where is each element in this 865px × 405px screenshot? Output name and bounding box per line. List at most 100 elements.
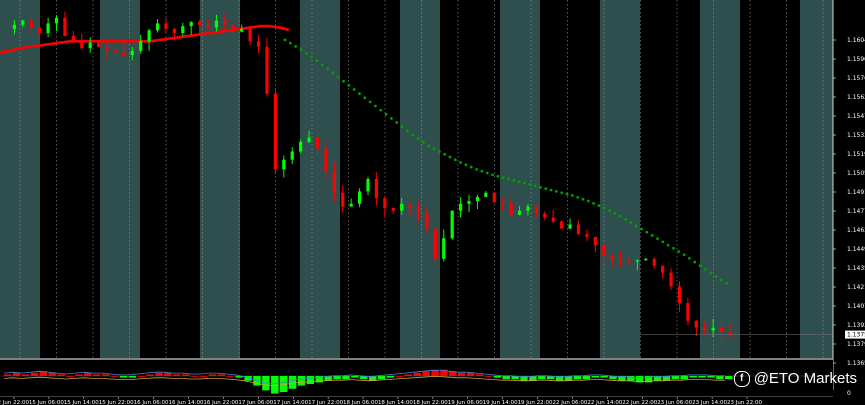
y-tick-label: 1.1576 (847, 75, 865, 82)
ma-slow-dot (342, 79, 345, 83)
hist-bar (12, 372, 21, 376)
hist-bar (173, 374, 181, 376)
bear-candle (610, 256, 614, 259)
session-band (600, 0, 640, 358)
hist-bar (582, 376, 591, 380)
time-tick-label: 19 Jun 14:00 (483, 400, 518, 405)
ma-slow-dot (576, 195, 580, 199)
ma-slow-dot (592, 201, 596, 205)
bull-candle (459, 203, 463, 211)
ma-slow-dot (464, 163, 468, 167)
hist-bar (199, 376, 208, 377)
bear-candle (627, 260, 631, 262)
time-tick-label: 15 Jun 06:00 (29, 400, 64, 405)
bull-candle (181, 26, 185, 34)
ma-slow-dot (709, 271, 713, 275)
bull-candle (711, 327, 715, 331)
time-tick-label: 19 Jun 06:00 (448, 400, 483, 405)
ma-slow-dot (432, 147, 436, 151)
ma-slow-dot (453, 158, 457, 162)
hist-bar (484, 376, 493, 377)
time-tick-label: 18 Jun 22:00 (413, 400, 448, 405)
ma-slow-dot (613, 212, 617, 215)
bull-candle (88, 42, 92, 49)
ma-slow-dot (581, 197, 585, 201)
time-tick-label: 22 Jun 14:00 (587, 400, 622, 405)
ma-slow-dot (485, 171, 489, 175)
bull-candle (12, 24, 17, 29)
hist-bar (413, 372, 421, 376)
bear-candle (223, 20, 227, 25)
hist-bar (297, 376, 306, 386)
bear-candle (560, 221, 564, 229)
time-tick-label: 18 Jun 06:00 (343, 400, 378, 405)
ma-slow-dot (379, 108, 383, 112)
ma-slow-dot (400, 125, 404, 129)
hist-bar (707, 376, 715, 378)
ma-slow-dot (459, 161, 463, 164)
hist-bar (538, 376, 546, 380)
ma-slow-dot (507, 177, 510, 181)
bear-candle (273, 93, 277, 170)
hist-bar (217, 374, 226, 376)
bear-candle (198, 22, 202, 25)
bear-candle (576, 224, 581, 235)
bear-candle (164, 23, 168, 29)
bull-candle (644, 258, 648, 261)
bull-candle (450, 210, 454, 239)
y-tick-label: 1.1379 (847, 341, 865, 348)
bull-candle (635, 260, 639, 262)
time-tick-label: 23 Jun 06:00 (657, 400, 692, 405)
ma-slow-dot (512, 178, 516, 182)
time-tick-label: 17 Jun 22:00 (308, 400, 343, 405)
bear-candle (433, 228, 437, 259)
bear-candle (374, 179, 379, 199)
time-tick-label: 23 Jun 14:00 (692, 400, 727, 405)
bear-candle (391, 207, 395, 211)
ma-slow-dot (549, 188, 553, 192)
bull-candle (139, 41, 143, 51)
time-tick-label: 18 Jun 14:00 (378, 400, 413, 405)
bull-candle (282, 159, 286, 170)
watermark: f @ETO Markets (733, 370, 857, 387)
ma-slow-dot (310, 55, 314, 59)
session-band (100, 0, 140, 358)
ma-slow-dot (560, 191, 564, 195)
bear-candle (719, 327, 724, 332)
sub-background (0, 359, 833, 397)
ma-slow-dot (640, 227, 643, 231)
bear-candle (248, 28, 252, 42)
hist-bar (671, 376, 680, 380)
bear-candle (206, 24, 210, 28)
ma-slow-dot (682, 253, 686, 257)
bear-candle (501, 202, 505, 204)
hist-bar (680, 376, 688, 380)
ma-slow-dot (501, 176, 505, 180)
hist-bar (725, 376, 733, 380)
ma-slow-dot (437, 150, 441, 153)
hist-bar (600, 376, 608, 378)
ma-slow-dot (672, 246, 675, 250)
ma-slow-dot (421, 140, 425, 144)
bear-candle (703, 327, 707, 331)
ma-slow-dot (719, 278, 723, 282)
hist-bar (226, 376, 234, 377)
hist-bar (422, 371, 430, 376)
y-tick-label: 1.1491 (847, 189, 865, 196)
ma-slow-dot (528, 183, 532, 186)
bear-candle (315, 137, 320, 149)
bull-candle (517, 210, 522, 215)
bear-candle (551, 217, 555, 222)
hist-bar (93, 374, 101, 376)
bear-candle (256, 41, 261, 47)
time-tick-label: 16 Jun 06:00 (134, 400, 169, 405)
facebook-icon: f (733, 370, 750, 387)
bear-candle (492, 192, 496, 203)
hist-bar (333, 376, 341, 380)
ma-fast-dot (286, 28, 289, 32)
ma-slow-dot (363, 96, 367, 100)
hist-bar (689, 376, 697, 378)
hist-bar (698, 376, 706, 378)
bull-candle (349, 203, 353, 207)
ma-slow-dot (688, 257, 691, 260)
